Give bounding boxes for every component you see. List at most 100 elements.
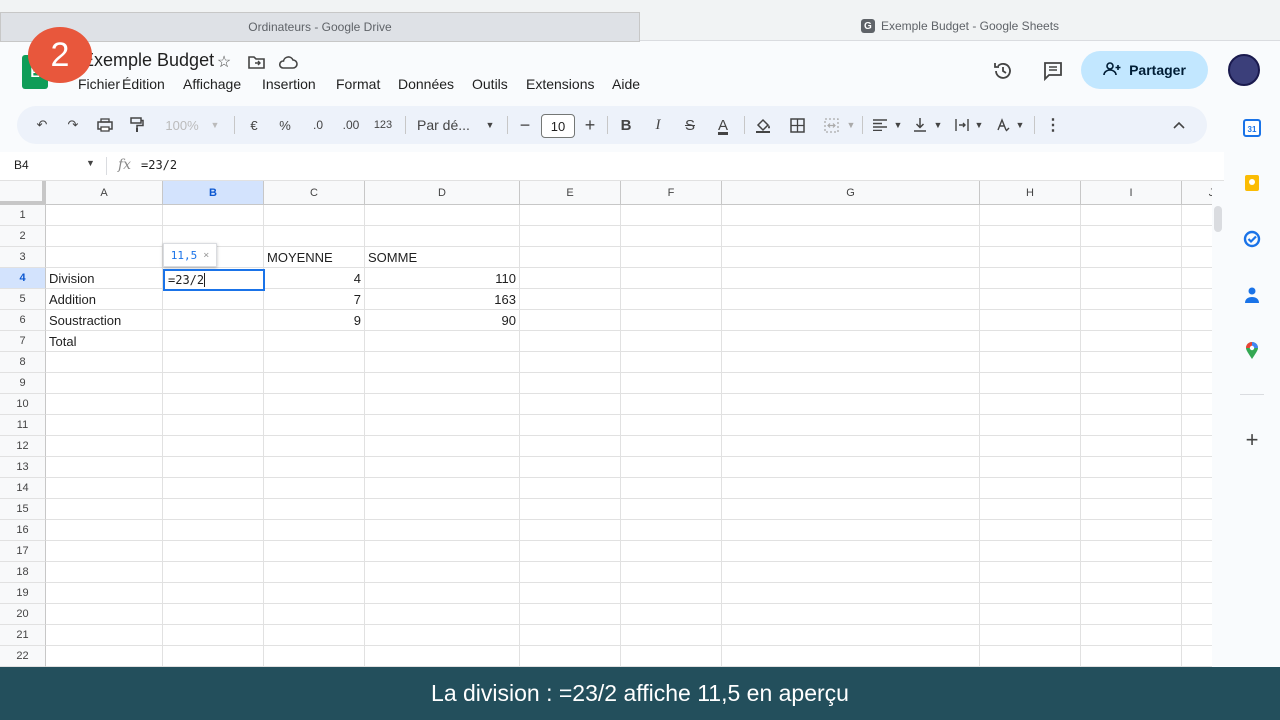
cell-b11[interactable] [163,415,264,436]
hide-menus-chevron-up-icon[interactable] [1168,114,1190,136]
cell-b1[interactable] [163,205,264,226]
cell-d1[interactable] [365,205,520,226]
cell-i21[interactable] [1081,625,1182,646]
cell-c7[interactable] [264,331,365,352]
cell-d14[interactable] [365,478,520,499]
valign-chevron-down-icon[interactable]: ▼ [932,114,944,136]
cell-f18[interactable] [621,562,722,583]
cell-b18[interactable] [163,562,264,583]
cell-g16[interactable] [722,520,980,541]
column-header-d[interactable]: D [365,181,520,205]
row-header-9[interactable]: 9 [0,373,46,394]
cell-b20[interactable] [163,604,264,625]
cell-c18[interactable] [264,562,365,583]
cell-a8[interactable] [46,352,163,373]
cell-g9[interactable] [722,373,980,394]
cell-j21[interactable] [1182,625,1212,646]
cell-f10[interactable] [621,394,722,415]
cell-c16[interactable] [264,520,365,541]
cell-c13[interactable] [264,457,365,478]
row-header-8[interactable]: 8 [0,352,46,373]
cell-e2[interactable] [520,226,621,247]
cell-g15[interactable] [722,499,980,520]
cell-e8[interactable] [520,352,621,373]
contacts-icon[interactable] [1240,283,1264,307]
cell-d18[interactable] [365,562,520,583]
cell-a20[interactable] [46,604,163,625]
star-icon[interactable]: ☆ [213,51,235,73]
cell-e3[interactable] [520,247,621,268]
cell-f12[interactable] [621,436,722,457]
cell-j15[interactable] [1182,499,1212,520]
cell-f13[interactable] [621,457,722,478]
version-history-icon[interactable] [989,57,1017,85]
cell-i1[interactable] [1081,205,1182,226]
row-header-15[interactable]: 15 [0,499,46,520]
cell-b5[interactable] [163,289,264,310]
cell-e21[interactable] [520,625,621,646]
more-formats-button[interactable]: 123 [370,114,396,136]
cell-h22[interactable] [980,646,1081,667]
cell-g6[interactable] [722,310,980,331]
cell-h18[interactable] [980,562,1081,583]
cell-c17[interactable] [264,541,365,562]
cell-b17[interactable] [163,541,264,562]
cell-j19[interactable] [1182,583,1212,604]
name-box[interactable]: B4 [14,158,29,172]
cloud-saved-icon[interactable] [277,51,299,73]
spreadsheet-grid[interactable]: ABCDEFGHIJ 1 2 3 4 5 6 7 8 9 10 11 12 13 14 15 16 17 18 19… [0,181,1212,668]
cell-e10[interactable] [520,394,621,415]
column-header-g[interactable]: G [722,181,980,205]
cell-g4[interactable] [722,268,980,289]
cell-e7[interactable] [520,331,621,352]
cell-h1[interactable] [980,205,1081,226]
avatar[interactable] [1228,54,1260,86]
row-header-2[interactable]: 2 [0,226,46,247]
cell-i6[interactable] [1081,310,1182,331]
cell-j6[interactable] [1182,310,1212,331]
cell-a14[interactable] [46,478,163,499]
cell-h20[interactable] [980,604,1081,625]
cell-c10[interactable] [264,394,365,415]
comments-icon[interactable] [1039,57,1067,85]
name-box-chevron-down-icon[interactable]: ▼ [86,158,95,168]
menu-affichage[interactable]: Affichage [183,76,241,92]
cell-e11[interactable] [520,415,621,436]
redo-icon[interactable]: ↷ [62,114,84,136]
text-rotation-icon[interactable] [993,114,1013,136]
column-header-i[interactable]: I [1081,181,1182,205]
cell-h17[interactable] [980,541,1081,562]
tasks-icon[interactable] [1240,227,1264,251]
cell-i14[interactable] [1081,478,1182,499]
cell-j10[interactable] [1182,394,1212,415]
cell-f16[interactable] [621,520,722,541]
cell-i3[interactable] [1081,247,1182,268]
cell-h6[interactable] [980,310,1081,331]
cell-e19[interactable] [520,583,621,604]
move-folder-icon[interactable] [245,51,267,73]
cell-h12[interactable] [980,436,1081,457]
cell-a12[interactable] [46,436,163,457]
column-header-c[interactable]: C [264,181,365,205]
cell-c12[interactable] [264,436,365,457]
cell-f19[interactable] [621,583,722,604]
cell-g19[interactable] [722,583,980,604]
cell-a2[interactable] [46,226,163,247]
cell-b7[interactable] [163,331,264,352]
cell-j3[interactable] [1182,247,1212,268]
vertical-scrollbar[interactable] [1214,206,1222,232]
keep-icon[interactable] [1240,171,1264,195]
paint-format-icon[interactable] [126,114,148,136]
cell-b16[interactable] [163,520,264,541]
cell-j11[interactable] [1182,415,1212,436]
cell-b19[interactable] [163,583,264,604]
more-options-icon[interactable]: ⋮ [1043,114,1063,136]
cell-b14[interactable] [163,478,264,499]
cell-h10[interactable] [980,394,1081,415]
cell-d10[interactable] [365,394,520,415]
cell-e16[interactable] [520,520,621,541]
cell-e20[interactable] [520,604,621,625]
cell-d12[interactable] [365,436,520,457]
row-header-6[interactable]: 6 [0,310,46,331]
column-header-j[interactable]: J [1182,181,1212,205]
